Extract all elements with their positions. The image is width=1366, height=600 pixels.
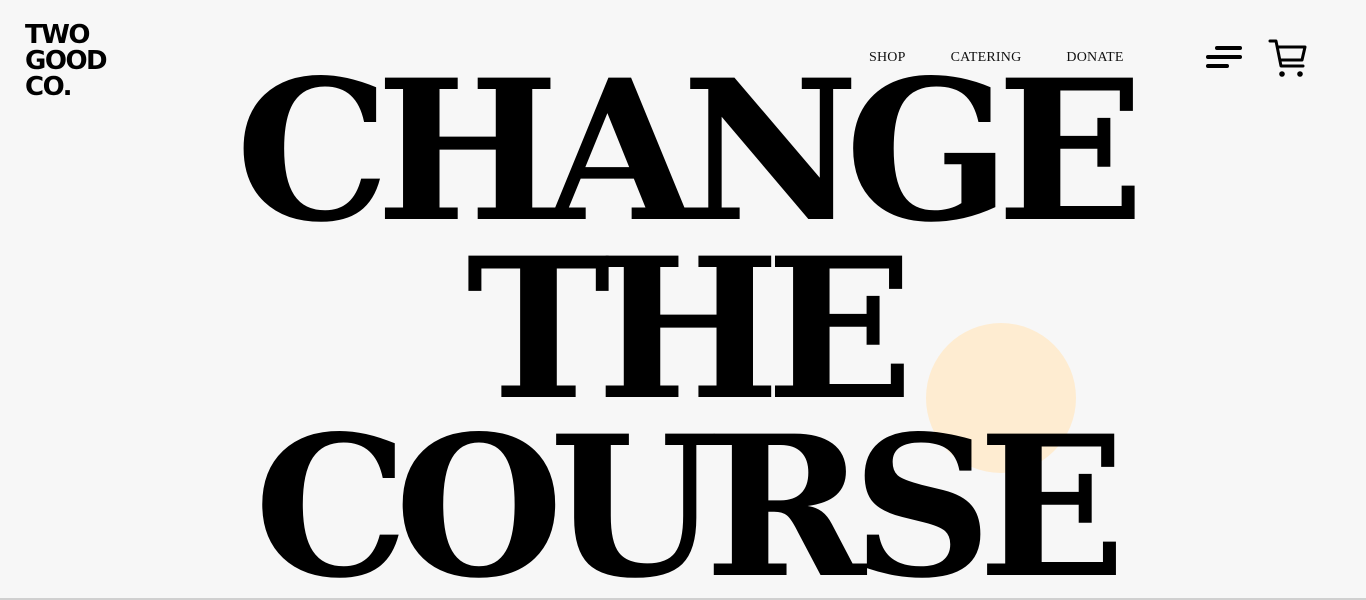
hero-line-course: COURSE bbox=[254, 393, 1126, 600]
page: TWO GOOD CO. SHOP CATERING DONATE CHANGE… bbox=[0, 0, 1366, 600]
hero-heading: CHANGE THE COURSE bbox=[0, 0, 1366, 600]
